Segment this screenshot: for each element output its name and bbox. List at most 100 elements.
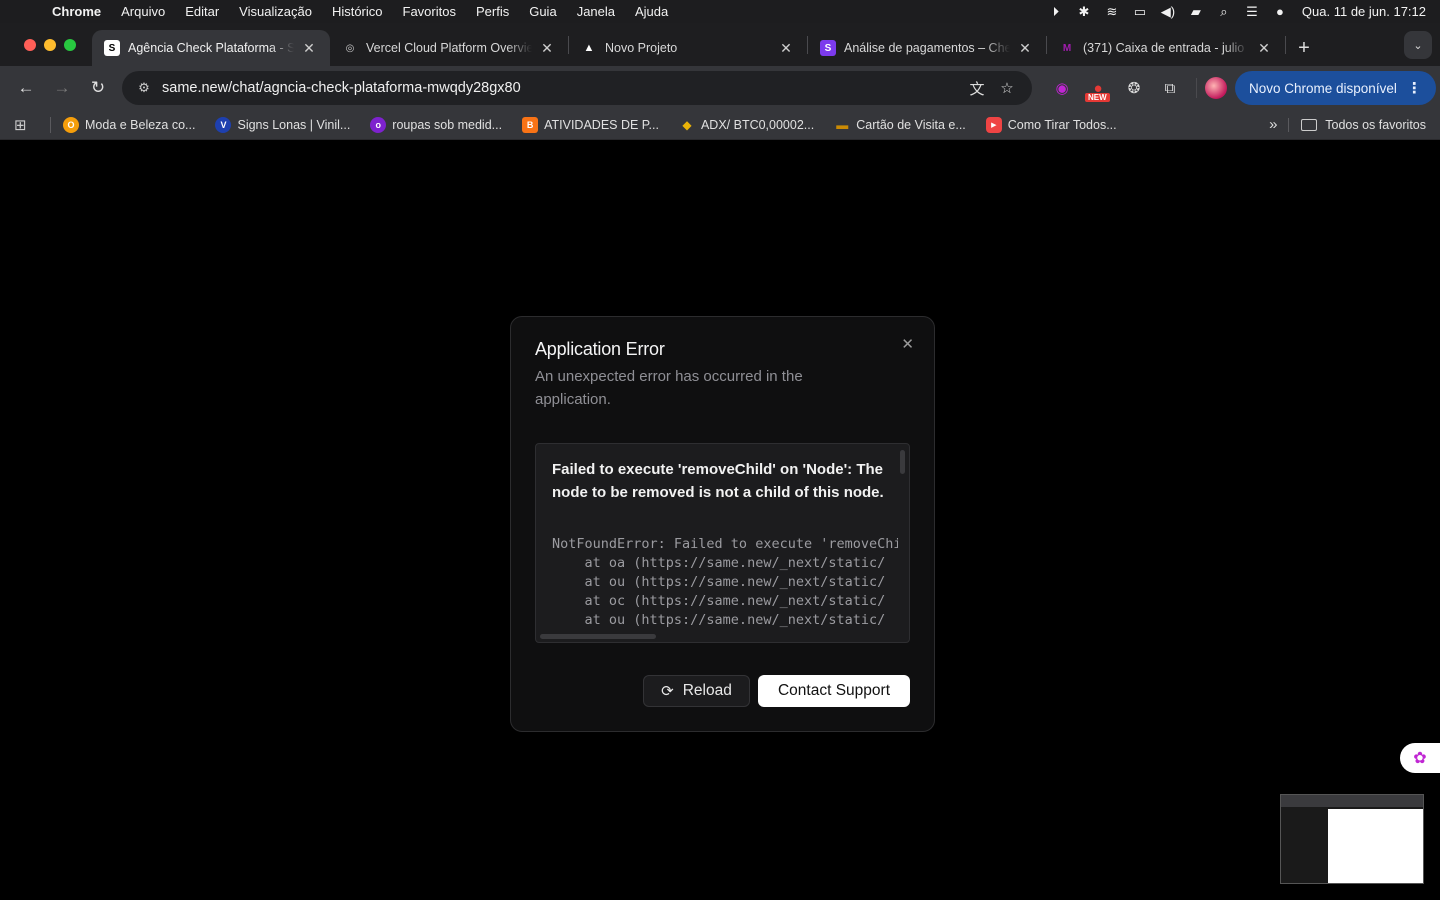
forward-button[interactable]: → xyxy=(44,72,80,104)
contact-support-label: Contact Support xyxy=(777,682,890,699)
extension-new-icon[interactable]: ● NEW xyxy=(1080,72,1116,104)
battery-icon[interactable]: ▰ xyxy=(1182,0,1210,23)
window-controls xyxy=(0,23,92,66)
menu-arquivo[interactable]: Arquivo xyxy=(111,4,175,19)
error-details-box[interactable]: Failed to execute 'removeChild' on 'Node… xyxy=(535,443,910,643)
menu-ajuda[interactable]: Ajuda xyxy=(625,4,678,19)
more-menu-icon[interactable]: ⋮ xyxy=(1407,79,1422,97)
back-button[interactable]: ← xyxy=(8,72,44,104)
update-label: Novo Chrome disponível xyxy=(1249,80,1397,96)
error-stack-trace[interactable]: NotFoundError: Failed to execute 'remove… xyxy=(552,535,898,630)
control-center-icon[interactable]: ☰ xyxy=(1238,0,1266,23)
menu-guia[interactable]: Guia xyxy=(519,4,566,19)
tab-title: Agência Check Plataforma - S xyxy=(128,41,294,55)
menu-favoritos[interactable]: Favoritos xyxy=(393,4,466,19)
thumbnail-toolbar xyxy=(1281,795,1423,807)
more-bookmarks-chevron-icon[interactable]: » xyxy=(1258,116,1288,133)
url-text[interactable]: same.new/chat/agncia-check-plataforma-mw… xyxy=(162,80,962,96)
bookmark-item[interactable]: O Moda e Beleza co... xyxy=(63,116,196,133)
bookmark-label: roupas sob medid... xyxy=(392,117,503,132)
screen-mirroring-icon[interactable]: ▭ xyxy=(1126,0,1154,23)
spotlight-search-icon[interactable]: ⌕ xyxy=(1210,0,1238,23)
tab-analise-pagamentos[interactable]: S Análise de pagamentos – Che ✕ xyxy=(808,30,1046,66)
close-window-button[interactable] xyxy=(24,38,36,51)
tab-agencia-check[interactable]: S Agência Check Plataforma - S ✕ xyxy=(92,30,330,66)
browser-toolbar: ← → ↻ ⚙ same.new/chat/agncia-check-plata… xyxy=(0,66,1440,110)
close-dialog-icon[interactable]: ✕ xyxy=(901,335,914,353)
same-favicon-icon: S xyxy=(104,40,120,56)
wifi-icon[interactable]: ≋ xyxy=(1098,0,1126,23)
tab-title: Novo Projeto xyxy=(605,41,678,55)
openai-extension-icon[interactable]: ❂ xyxy=(1116,72,1152,104)
reload-label: Reload xyxy=(682,682,732,699)
close-tab-icon[interactable]: ✕ xyxy=(300,40,318,57)
site-settings-icon[interactable]: ⚙ xyxy=(132,76,156,100)
bookmark-item[interactable]: V Signs Lonas | Vinil... xyxy=(215,116,350,133)
tab-vercel[interactable]: ◎ Vercel Cloud Platform Overvie ✕ xyxy=(330,30,568,66)
macos-menu-bar: Chrome Arquivo Editar Visualização Histó… xyxy=(0,0,1440,23)
new-badge: NEW xyxy=(1085,93,1110,102)
bookmark-star-icon[interactable]: ☆ xyxy=(992,79,1022,97)
brain-assistant-icon[interactable]: ✿ xyxy=(1400,743,1440,773)
bookmark-favicon-icon: o xyxy=(370,116,387,133)
play-status-icon[interactable]: ⏵ xyxy=(1042,0,1070,23)
dialog-description: An unexpected error has occurred in the … xyxy=(535,368,803,408)
all-bookmarks-button[interactable]: Todos os favoritos xyxy=(1288,117,1440,132)
dialog-title: Application Error xyxy=(535,339,665,359)
close-tab-icon[interactable]: ✕ xyxy=(777,40,795,57)
page-content: ✕ Application Error An unexpected error … xyxy=(0,146,1440,900)
tab-title: Vercel Cloud Platform Overvie xyxy=(366,41,532,55)
menu-historico[interactable]: Histórico xyxy=(322,4,393,19)
horizontal-scrollbar[interactable] xyxy=(540,634,656,639)
translate-icon[interactable]: 文 xyxy=(962,78,992,99)
bookmark-item[interactable]: ▬ Cartão de Visita e... xyxy=(834,117,966,133)
menu-app-name[interactable]: Chrome xyxy=(52,4,111,19)
menu-perfis[interactable]: Perfis xyxy=(466,4,519,19)
bookmark-item[interactable]: ◆ ADX/ BTC0,00002... xyxy=(679,117,814,133)
bookmark-label: ADX/ BTC0,00002... xyxy=(700,117,815,132)
new-tab-button[interactable]: + xyxy=(1286,30,1322,66)
volume-icon[interactable]: ◀) xyxy=(1154,0,1182,23)
tab-novo-projeto[interactable]: ▲ Novo Projeto ✕ xyxy=(569,30,807,66)
toolbar-divider xyxy=(1196,78,1197,98)
contact-support-button[interactable]: Contact Support xyxy=(758,675,910,707)
menu-visualizacao[interactable]: Visualização xyxy=(229,4,322,19)
tab-title: Análise de pagamentos – Che xyxy=(844,41,1010,55)
reload-button[interactable]: ⟳ Reload xyxy=(643,675,750,707)
menu-clock[interactable]: Qua. 11 de jun. 17:12 xyxy=(1294,4,1426,19)
error-dialog: ✕ Application Error An unexpected error … xyxy=(510,316,935,732)
bluetooth-icon[interactable]: ✱ xyxy=(1070,0,1098,23)
close-tab-icon[interactable]: ✕ xyxy=(1255,40,1273,57)
tab-strip: S Agência Check Plataforma - S ✕ ◎ Verce… xyxy=(0,23,1440,66)
tab-search-chevron-icon[interactable]: ⌄ xyxy=(1404,31,1432,59)
tab-caixa-entrada[interactable]: M (371) Caixa de entrada - julio ✕ xyxy=(1047,30,1285,66)
bookmark-item[interactable]: o roupas sob medid... xyxy=(370,116,503,133)
bookmark-item[interactable]: B ATIVIDADES DE P... xyxy=(522,116,659,133)
zoom-window-button[interactable] xyxy=(64,38,76,51)
bookmark-label: Moda e Beleza co... xyxy=(85,117,196,132)
profile-avatar[interactable] xyxy=(1205,77,1227,99)
extensions-puzzle-icon[interactable]: ⧉ xyxy=(1152,72,1188,104)
apps-grid-icon[interactable]: ⊞ xyxy=(14,116,42,134)
all-bookmarks-label: Todos os favoritos xyxy=(1325,117,1426,132)
menu-editar[interactable]: Editar xyxy=(175,4,229,19)
extension-purple-icon[interactable]: ◉ xyxy=(1044,72,1080,104)
folder-icon xyxy=(1301,118,1318,131)
menu-janela[interactable]: Janela xyxy=(567,4,625,19)
minimize-window-button[interactable] xyxy=(44,38,56,51)
siri-icon[interactable]: ● xyxy=(1266,0,1294,23)
address-bar[interactable]: ⚙ same.new/chat/agncia-check-plataforma-… xyxy=(122,71,1032,105)
vercel-favicon-icon: ◎ xyxy=(345,42,355,54)
close-tab-icon[interactable]: ✕ xyxy=(1016,40,1034,57)
reload-page-button[interactable]: ↻ xyxy=(80,72,116,104)
bookmark-item[interactable]: ▶ Como Tirar Todos... xyxy=(985,116,1117,133)
stripe-favicon-icon: S xyxy=(820,40,836,56)
refresh-icon: ⟳ xyxy=(661,683,674,700)
chrome-update-button[interactable]: Novo Chrome disponível ⋮ xyxy=(1235,71,1436,105)
screenshot-thumbnail[interactable] xyxy=(1280,794,1424,884)
vertical-scrollbar[interactable] xyxy=(900,450,905,474)
error-message: Failed to execute 'removeChild' on 'Node… xyxy=(552,461,884,501)
close-tab-icon[interactable]: ✕ xyxy=(538,40,556,57)
bookmark-label: ATIVIDADES DE P... xyxy=(544,117,659,132)
bookmark-favicon-icon: V xyxy=(215,116,232,133)
